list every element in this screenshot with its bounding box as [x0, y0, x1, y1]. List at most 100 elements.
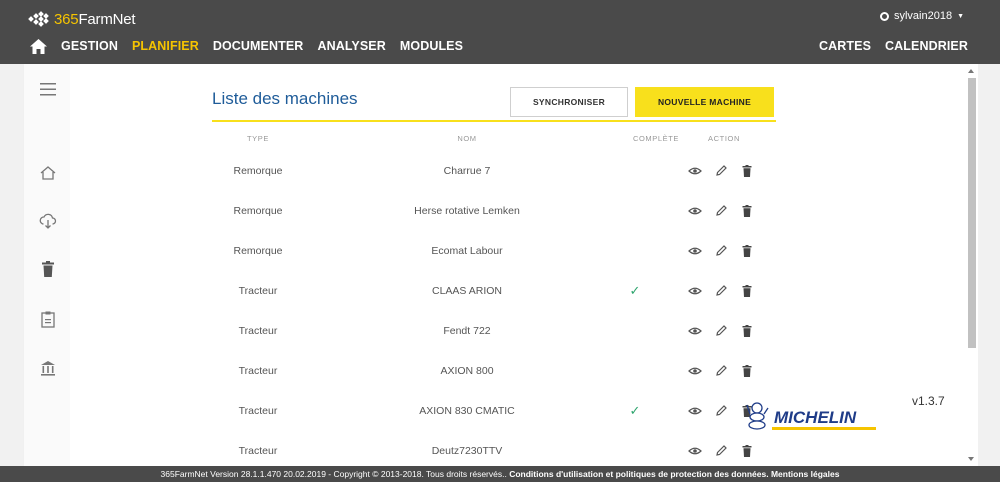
delete-icon[interactable] — [740, 364, 754, 378]
nav-modules[interactable]: MODULES — [400, 39, 463, 53]
view-icon[interactable] — [688, 364, 702, 378]
check-icon: ✓ — [629, 283, 641, 298]
michelin-logo: MICHELIN — [746, 402, 876, 430]
machine-name: Herse rotative Lemken — [414, 205, 520, 217]
machine-name: CLAAS ARION — [431, 285, 503, 297]
nav-calendrier[interactable]: CALENDRIER — [885, 39, 968, 53]
main-nav: GESTION PLANIFIER DOCUMENTER ANALYSER MO… — [30, 38, 477, 54]
table-row: Remorque Ecomat Labour — [212, 231, 782, 271]
machine-type: Remorque — [233, 165, 283, 177]
cloud-download-icon[interactable] — [39, 212, 57, 230]
nav-gestion[interactable]: GESTION — [61, 39, 118, 53]
sidebar — [24, 64, 70, 466]
row-actions — [688, 204, 766, 218]
complete-cell — [620, 151, 650, 191]
edit-icon[interactable] — [714, 444, 728, 458]
secondary-nav: CARTES CALENDRIER — [805, 38, 968, 54]
complete-cell — [620, 351, 650, 391]
delete-icon[interactable] — [740, 444, 754, 458]
view-icon[interactable] — [688, 324, 702, 338]
column-header-nom: NOM — [457, 134, 477, 143]
clipboard-icon[interactable] — [39, 310, 57, 328]
complete-cell — [620, 191, 650, 231]
machine-type: Tracteur — [238, 405, 278, 417]
nav-planifier[interactable]: PLANIFIER — [132, 39, 199, 53]
new-machine-button[interactable]: NOUVELLE MACHINE — [635, 87, 774, 117]
complete-cell: ✓ — [620, 271, 650, 311]
edit-icon[interactable] — [714, 404, 728, 418]
page-title: Liste des machines — [212, 89, 358, 108]
home-icon[interactable] — [30, 38, 47, 54]
edit-icon[interactable] — [714, 244, 728, 258]
scroll-up-icon[interactable] — [964, 66, 978, 76]
table-row: Tracteur Deutz7230TTV — [212, 431, 782, 466]
trash-icon[interactable] — [39, 260, 57, 278]
edit-icon[interactable] — [714, 364, 728, 378]
row-actions — [688, 324, 766, 338]
delete-icon[interactable] — [740, 324, 754, 338]
table-row: Remorque Herse rotative Lemken — [212, 191, 782, 231]
machine-name: Deutz7230TTV — [431, 445, 503, 457]
column-header-complete: COMPLÈTE — [632, 134, 680, 143]
table-row: Tracteur AXION 800 — [212, 351, 782, 391]
machine-type: Remorque — [233, 205, 283, 217]
footer-links[interactable]: Conditions d'utilisation et politiques d… — [509, 469, 839, 479]
version-label: v1.3.7 — [912, 394, 945, 408]
logo-text: 365FarmNet — [54, 10, 136, 28]
bank-icon[interactable] — [39, 359, 57, 377]
menu-icon[interactable] — [39, 80, 57, 98]
view-icon[interactable] — [688, 204, 702, 218]
user-name: sylvain2018 — [893, 10, 953, 22]
edit-icon[interactable] — [714, 164, 728, 178]
scroll-down-icon[interactable] — [964, 454, 978, 464]
delete-icon[interactable] — [740, 244, 754, 258]
complete-cell — [620, 431, 650, 466]
view-icon[interactable] — [688, 284, 702, 298]
edit-icon[interactable] — [714, 324, 728, 338]
footer-text: 365FarmNet Version 28.1.1.470 20.02.2019… — [160, 469, 510, 479]
check-icon: ✓ — [629, 403, 641, 418]
view-icon[interactable] — [688, 404, 702, 418]
nav-analyser[interactable]: ANALYSER — [317, 39, 385, 53]
table-row: Remorque Charrue 7 — [212, 151, 782, 191]
home-outline-icon[interactable] — [39, 164, 57, 182]
michelin-text: MICHELIN — [774, 408, 857, 427]
caret-down-icon: ▼ — [957, 12, 964, 20]
row-actions — [688, 244, 766, 258]
view-icon[interactable] — [688, 164, 702, 178]
machine-name: Ecomat Labour — [431, 245, 503, 257]
edit-icon[interactable] — [714, 284, 728, 298]
machine-type: Remorque — [233, 245, 283, 257]
table-row: Tracteur AXION 830 CMATIC ✓ — [212, 391, 782, 431]
machine-name: Charrue 7 — [443, 165, 491, 177]
complete-cell — [620, 231, 650, 271]
nav-cartes[interactable]: CARTES — [819, 39, 871, 53]
delete-icon[interactable] — [740, 204, 754, 218]
main-content: Liste des machines SYNCHRONISER NOUVELLE… — [70, 64, 964, 466]
title-underline — [212, 120, 776, 122]
user-menu[interactable]: sylvain2018 ▼ — [879, 10, 964, 22]
delete-icon[interactable] — [740, 284, 754, 298]
view-icon[interactable] — [688, 444, 702, 458]
logo-icon — [28, 11, 52, 27]
machine-name: AXION 800 — [440, 365, 494, 377]
row-actions — [688, 444, 766, 458]
machine-name: AXION 830 CMATIC — [419, 405, 515, 417]
user-status-icon — [879, 11, 889, 21]
scrollbar-thumb[interactable] — [968, 78, 976, 348]
delete-icon[interactable] — [740, 164, 754, 178]
row-actions — [688, 364, 766, 378]
top-bar: 365FarmNet sylvain2018 ▼ GESTION PLANIFI… — [0, 0, 1000, 64]
machine-name: Fendt 722 — [443, 325, 491, 337]
edit-icon[interactable] — [714, 204, 728, 218]
table-row: Tracteur CLAAS ARION ✓ — [212, 271, 782, 311]
sync-button[interactable]: SYNCHRONISER — [510, 87, 628, 117]
complete-cell — [620, 311, 650, 351]
machine-type: Tracteur — [238, 325, 278, 337]
view-icon[interactable] — [688, 244, 702, 258]
column-header-action: ACTION — [708, 134, 740, 143]
nav-documenter[interactable]: DOCUMENTER — [213, 39, 304, 53]
complete-cell: ✓ — [620, 391, 650, 431]
machine-type: Tracteur — [238, 365, 278, 377]
app-logo[interactable]: 365FarmNet — [28, 9, 136, 29]
